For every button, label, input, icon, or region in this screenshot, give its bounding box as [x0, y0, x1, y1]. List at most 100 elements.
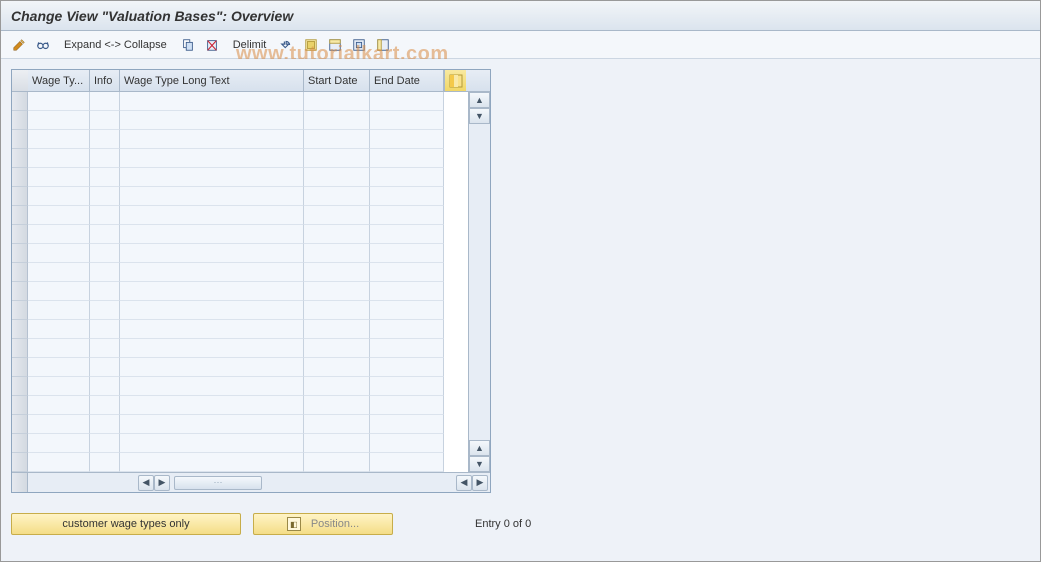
table-row[interactable]: [12, 206, 468, 225]
cell-info[interactable]: [90, 358, 120, 377]
cell-info[interactable]: [90, 206, 120, 225]
row-selector-header[interactable]: [12, 70, 28, 91]
row-selector[interactable]: [12, 358, 28, 377]
row-selector[interactable]: [12, 415, 28, 434]
row-selector[interactable]: [12, 206, 28, 225]
table-row[interactable]: [12, 415, 468, 434]
horizontal-scrollbar[interactable]: ◀ ▶ ⋯ ◀ ▶: [12, 472, 490, 492]
cell-end-date[interactable]: [370, 111, 444, 130]
cell-wage-type[interactable]: [28, 339, 90, 358]
table-row[interactable]: [12, 282, 468, 301]
table-row[interactable]: [12, 377, 468, 396]
row-selector[interactable]: [12, 130, 28, 149]
cell-start-date[interactable]: [304, 130, 370, 149]
cell-end-date[interactable]: [370, 434, 444, 453]
cell-info[interactable]: [90, 453, 120, 472]
table-row[interactable]: [12, 225, 468, 244]
cell-wage-long-text[interactable]: [120, 453, 304, 472]
hscroll-track[interactable]: ◀ ▶ ⋯ ◀ ▶: [28, 473, 490, 492]
cell-wage-type[interactable]: [28, 92, 90, 111]
cell-wage-type[interactable]: [28, 301, 90, 320]
row-selector[interactable]: [12, 225, 28, 244]
delimit-button[interactable]: Delimit: [226, 35, 274, 55]
cell-wage-type[interactable]: [28, 434, 90, 453]
cell-wage-long-text[interactable]: [120, 130, 304, 149]
table-row[interactable]: [12, 92, 468, 111]
row-selector[interactable]: [12, 377, 28, 396]
cell-wage-long-text[interactable]: [120, 149, 304, 168]
cell-start-date[interactable]: [304, 453, 370, 472]
row-selector[interactable]: [12, 320, 28, 339]
table-row[interactable]: [12, 301, 468, 320]
cell-end-date[interactable]: [370, 282, 444, 301]
cell-end-date[interactable]: [370, 415, 444, 434]
row-selector[interactable]: [12, 263, 28, 282]
cell-wage-long-text[interactable]: [120, 244, 304, 263]
col-header-start-date[interactable]: Start Date: [304, 70, 370, 91]
cell-end-date[interactable]: [370, 358, 444, 377]
hscroll-right-step-button[interactable]: ▶: [154, 475, 170, 491]
select-block-button[interactable]: [325, 35, 345, 55]
cell-wage-type[interactable]: [28, 263, 90, 282]
cell-wage-long-text[interactable]: [120, 187, 304, 206]
cell-wage-type[interactable]: [28, 149, 90, 168]
cell-wage-long-text[interactable]: [120, 377, 304, 396]
cell-wage-long-text[interactable]: [120, 282, 304, 301]
cell-info[interactable]: [90, 263, 120, 282]
col-header-wage-long-text[interactable]: Wage Type Long Text: [120, 70, 304, 91]
cell-wage-long-text[interactable]: [120, 111, 304, 130]
scroll-down-button[interactable]: ▼: [469, 456, 490, 472]
row-selector[interactable]: [12, 168, 28, 187]
cell-start-date[interactable]: [304, 358, 370, 377]
hscroll-left-step-button[interactable]: ◀: [456, 475, 472, 491]
cell-start-date[interactable]: [304, 168, 370, 187]
vertical-scrollbar[interactable]: ▲ ▼ ▲ ▼: [468, 92, 490, 472]
table-row[interactable]: [12, 263, 468, 282]
row-selector[interactable]: [12, 282, 28, 301]
details-button[interactable]: [33, 35, 53, 55]
cell-end-date[interactable]: [370, 396, 444, 415]
copy-button[interactable]: [178, 35, 198, 55]
cell-wage-type[interactable]: [28, 130, 90, 149]
cell-start-date[interactable]: [304, 206, 370, 225]
cell-start-date[interactable]: [304, 282, 370, 301]
expand-collapse-button[interactable]: Expand <-> Collapse: [57, 35, 174, 55]
table-row[interactable]: [12, 130, 468, 149]
row-selector[interactable]: [12, 396, 28, 415]
configure-button[interactable]: [373, 35, 393, 55]
hscroll-thumb[interactable]: ⋯: [174, 476, 262, 490]
cell-start-date[interactable]: [304, 339, 370, 358]
cell-info[interactable]: [90, 130, 120, 149]
cell-wage-long-text[interactable]: [120, 339, 304, 358]
cell-info[interactable]: [90, 434, 120, 453]
table-row[interactable]: [12, 149, 468, 168]
row-selector[interactable]: [12, 434, 28, 453]
cell-wage-type[interactable]: [28, 282, 90, 301]
cell-start-date[interactable]: [304, 434, 370, 453]
cell-wage-long-text[interactable]: [120, 168, 304, 187]
cell-wage-type[interactable]: [28, 187, 90, 206]
cell-end-date[interactable]: [370, 225, 444, 244]
cell-info[interactable]: [90, 168, 120, 187]
cell-info[interactable]: [90, 339, 120, 358]
cell-info[interactable]: [90, 92, 120, 111]
cell-wage-type[interactable]: [28, 396, 90, 415]
cell-end-date[interactable]: [370, 244, 444, 263]
cell-info[interactable]: [90, 320, 120, 339]
cell-wage-long-text[interactable]: [120, 301, 304, 320]
cell-start-date[interactable]: [304, 225, 370, 244]
table-row[interactable]: [12, 434, 468, 453]
cell-info[interactable]: [90, 282, 120, 301]
cell-info[interactable]: [90, 244, 120, 263]
scroll-up-button[interactable]: ▲: [469, 92, 490, 108]
row-selector[interactable]: [12, 149, 28, 168]
col-header-info[interactable]: Info: [90, 70, 120, 91]
cell-info[interactable]: [90, 149, 120, 168]
select-all-button[interactable]: [301, 35, 321, 55]
cell-end-date[interactable]: [370, 453, 444, 472]
cell-wage-long-text[interactable]: [120, 358, 304, 377]
edit-button[interactable]: [9, 35, 29, 55]
delete-button[interactable]: [202, 35, 222, 55]
cell-wage-long-text[interactable]: [120, 396, 304, 415]
undo-button[interactable]: [277, 35, 297, 55]
